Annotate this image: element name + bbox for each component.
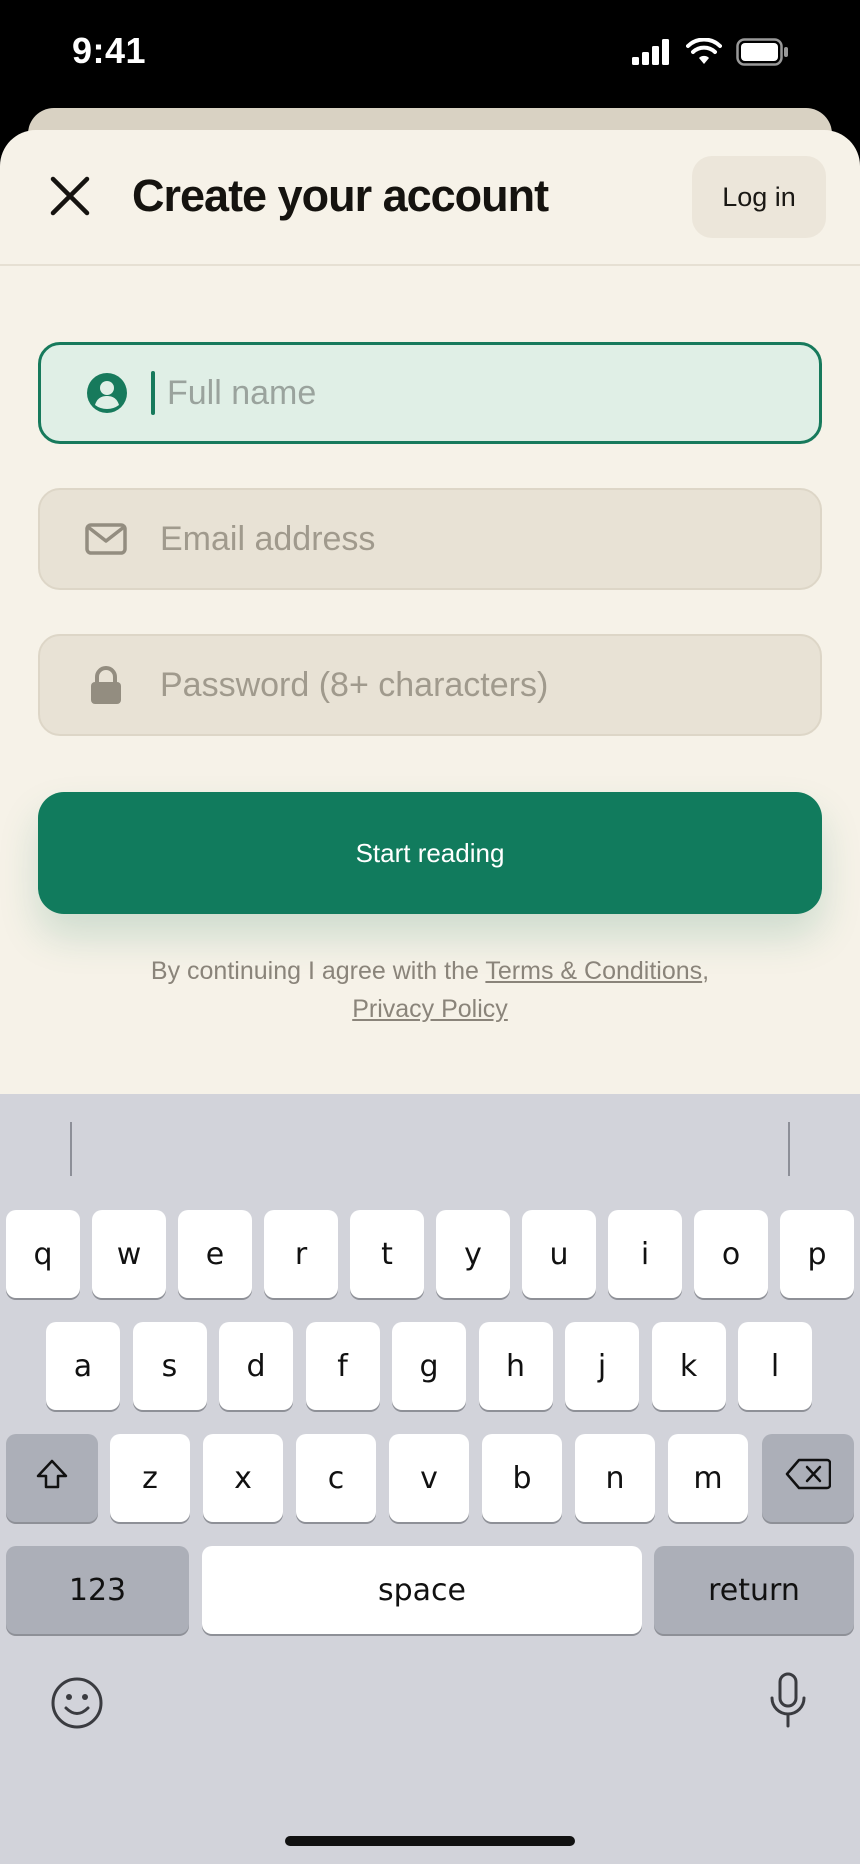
backspace-icon: [785, 1458, 832, 1498]
key-t[interactable]: t: [350, 1210, 424, 1298]
terms-link[interactable]: Terms & Conditions: [485, 957, 702, 985]
close-button[interactable]: [40, 168, 100, 228]
key-j[interactable]: j: [565, 1322, 639, 1410]
signal-icon: [632, 39, 672, 70]
key-z[interactable]: z: [110, 1434, 190, 1522]
sheet-header: Create your account Log in: [0, 130, 860, 266]
delete-key[interactable]: [762, 1434, 854, 1522]
home-indicator: [285, 1836, 575, 1846]
emoji-button[interactable]: [50, 1676, 104, 1735]
return-key[interactable]: return: [654, 1546, 854, 1634]
envelope-icon: [76, 523, 136, 555]
key-s[interactable]: s: [132, 1322, 207, 1410]
key-x[interactable]: x: [203, 1434, 283, 1522]
login-button[interactable]: Log in: [692, 156, 826, 238]
key-o[interactable]: o: [694, 1210, 768, 1298]
key-e[interactable]: e: [178, 1210, 252, 1298]
legal-prefix: By continuing I agree with the: [150, 957, 479, 985]
wifi-icon: [686, 37, 722, 71]
close-icon: [49, 175, 91, 222]
space-key[interactable]: space: [202, 1546, 642, 1634]
password-field[interactable]: Password (8+ characters): [38, 634, 822, 736]
key-b[interactable]: b: [482, 1434, 562, 1522]
key-q[interactable]: q: [6, 1210, 80, 1298]
key-v[interactable]: v: [389, 1434, 469, 1522]
email-input[interactable]: Email address: [160, 520, 375, 559]
start-reading-button[interactable]: Start reading: [38, 792, 822, 914]
page-title: Create your account: [132, 170, 549, 221]
key-w[interactable]: w: [92, 1210, 166, 1298]
legal-separator: ,: [702, 957, 710, 985]
dictation-button[interactable]: [768, 1672, 808, 1735]
emoji-icon: [50, 1677, 104, 1734]
key-m[interactable]: m: [668, 1434, 748, 1522]
user-icon: [77, 372, 137, 414]
key-i[interactable]: i: [608, 1210, 682, 1298]
key-h[interactable]: h: [478, 1322, 553, 1410]
key-u[interactable]: u: [522, 1210, 596, 1298]
key-n[interactable]: n: [575, 1434, 655, 1522]
shift-key[interactable]: [6, 1434, 98, 1522]
key-g[interactable]: g: [392, 1322, 466, 1410]
battery-icon: [736, 38, 790, 71]
full-name-input[interactable]: Full name: [167, 374, 316, 413]
key-r[interactable]: r: [264, 1210, 338, 1298]
microphone-icon: [768, 1672, 808, 1734]
email-field[interactable]: Email address: [38, 488, 822, 590]
key-a[interactable]: a: [46, 1322, 120, 1410]
keyboard: qwertyuiop asdfghjkl zxcvbnm 123 space ret…: [0, 1094, 860, 1864]
key-f[interactable]: f: [305, 1322, 380, 1410]
shift-icon: [35, 1458, 69, 1498]
password-input[interactable]: Password (8+ characters): [160, 666, 548, 705]
lock-icon: [76, 665, 136, 705]
privacy-link[interactable]: Privacy Policy: [352, 995, 508, 1023]
full-name-field[interactable]: Full name: [38, 342, 822, 444]
suggestion-divider: [70, 1122, 72, 1176]
key-k[interactable]: k: [651, 1322, 726, 1410]
status-time: 9:41: [72, 30, 147, 71]
key-p[interactable]: p: [780, 1210, 854, 1298]
status-bar: 9:41: [0, 0, 860, 110]
status-icons: [632, 37, 790, 71]
key-d[interactable]: d: [219, 1322, 293, 1410]
key-l[interactable]: l: [738, 1322, 812, 1410]
numbers-key[interactable]: 123: [6, 1546, 189, 1634]
text-cursor: [151, 371, 155, 415]
suggestion-divider: [788, 1122, 790, 1176]
key-c[interactable]: c: [296, 1434, 376, 1522]
legal-notice: By continuing I agree with the Terms & C…: [0, 952, 860, 1028]
key-y[interactable]: y: [436, 1210, 510, 1298]
